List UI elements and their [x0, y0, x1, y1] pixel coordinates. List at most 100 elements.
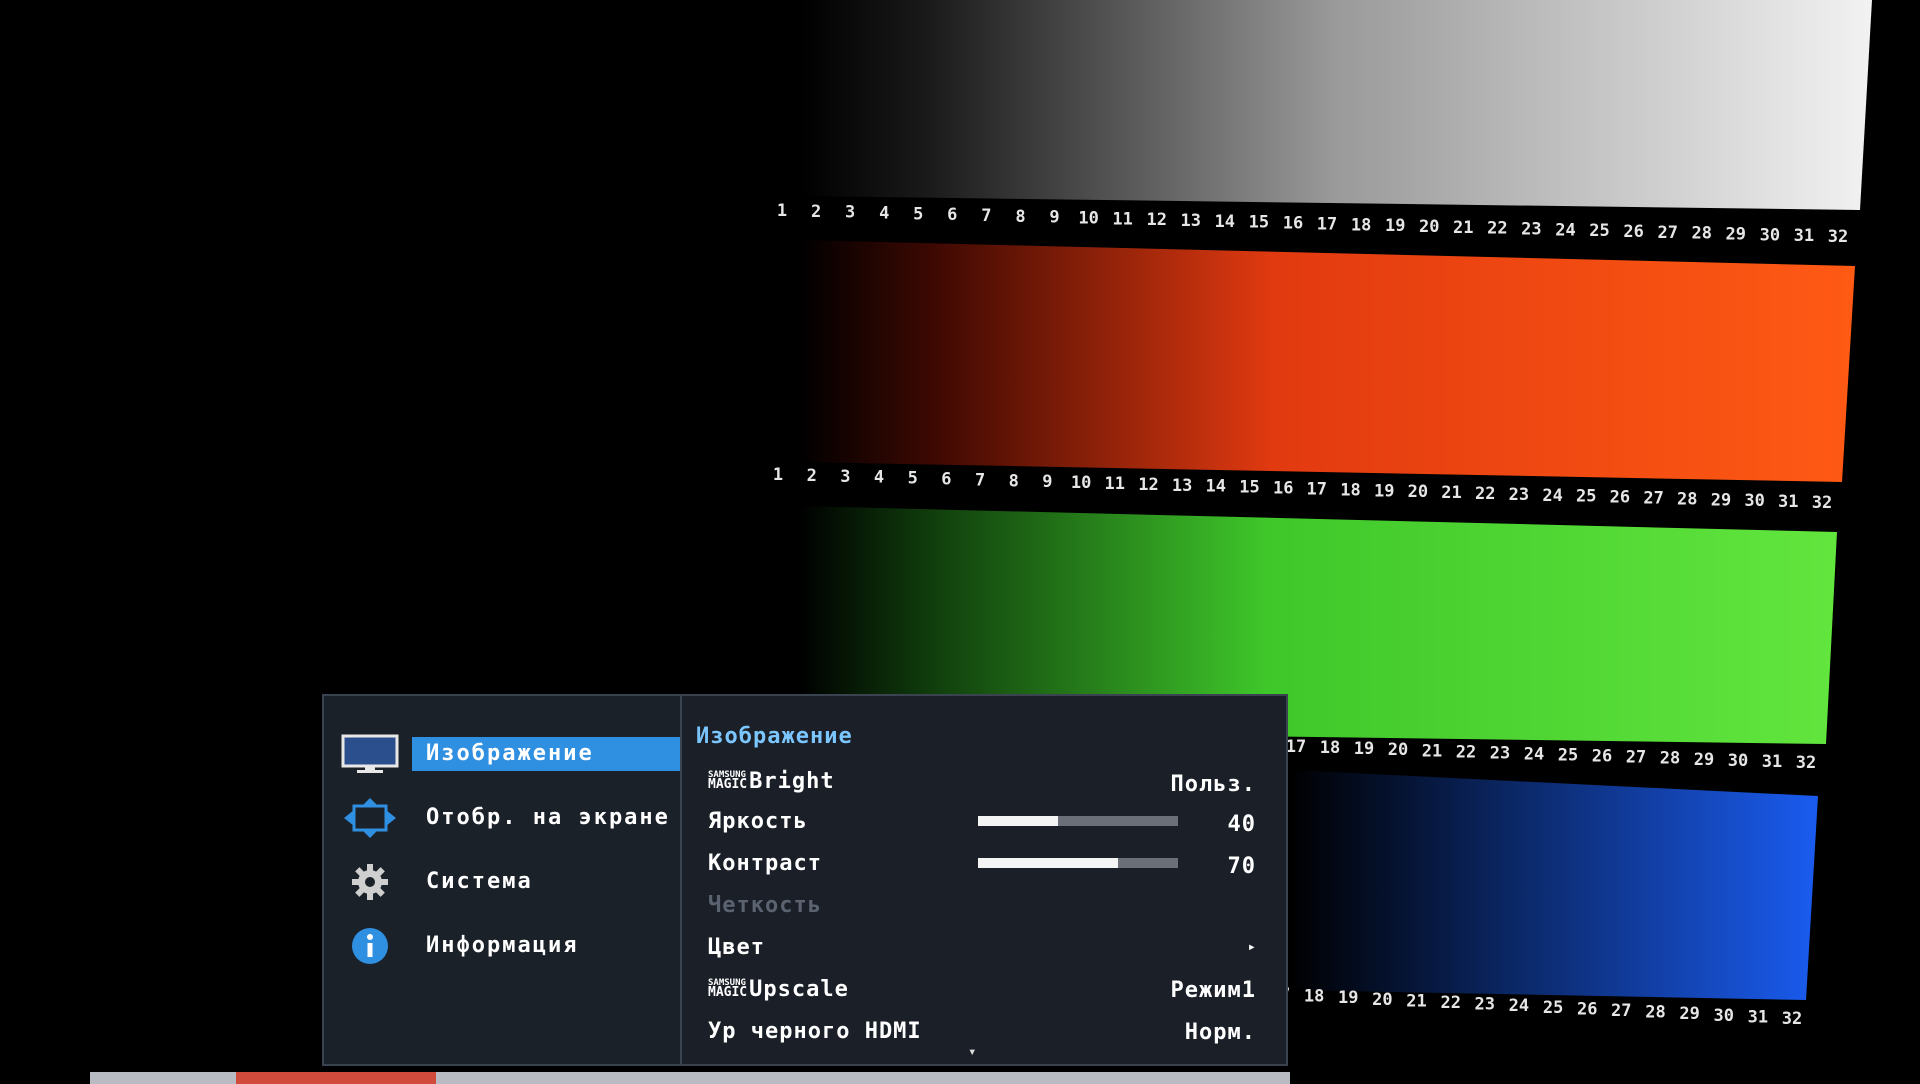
menu-item-picture[interactable]: Изображение — [338, 734, 688, 774]
tick-number: 7 — [981, 206, 991, 226]
tick-number: 30 — [1713, 1006, 1733, 1026]
tick-number: 29 — [1726, 225, 1746, 245]
sharpness-label: Четкость — [708, 892, 822, 918]
tick-number: 21 — [1406, 991, 1426, 1011]
menu-item-system[interactable]: Система — [338, 862, 688, 902]
menu-item-label: Информация — [426, 933, 579, 958]
sharpness-row: Четкость — [708, 888, 1256, 922]
hdmi-black-level-label: Ур черного HDMI — [708, 1018, 922, 1044]
magicupscale-label: Upscale — [749, 976, 849, 1002]
tick-number: 30 — [1760, 225, 1780, 245]
tick-number: 19 — [1354, 739, 1374, 759]
tick-number: 1 — [777, 201, 787, 221]
tick-number: 19 — [1338, 988, 1358, 1008]
red-band — [800, 240, 1855, 482]
tick-number: 24 — [1542, 486, 1562, 506]
brightness-label: Яркость — [708, 808, 808, 834]
tick-number: 24 — [1524, 745, 1544, 765]
info-icon — [338, 926, 402, 966]
tick-number: 21 — [1441, 483, 1461, 503]
tick-number: 25 — [1576, 487, 1596, 507]
magicbright-row[interactable]: SAMSUNG MAGIC Bright Польз. — [708, 764, 1256, 798]
brightness-slider[interactable] — [978, 816, 1178, 826]
menu-item-label: Изображение — [412, 737, 688, 771]
contrast-row[interactable]: Контраст 70 — [708, 846, 1256, 880]
tick-number: 21 — [1453, 218, 1473, 238]
tick-number: 25 — [1543, 998, 1563, 1018]
tick-number: 32 — [1796, 753, 1816, 773]
tick-number: 27 — [1611, 1001, 1631, 1021]
tick-number: 24 — [1555, 220, 1575, 240]
monitor-icon — [338, 734, 402, 774]
tick-number: 3 — [840, 467, 850, 487]
menu-item-label: Система — [426, 869, 533, 894]
tick-number: 12 — [1146, 210, 1166, 230]
tick-number: 29 — [1711, 490, 1731, 510]
tick-number: 14 — [1206, 477, 1226, 497]
magicupscale-value: Режим1 — [1170, 978, 1256, 1003]
tick-number: 3 — [845, 203, 855, 223]
tick-number: 32 — [1782, 1009, 1802, 1029]
tick-number: 23 — [1475, 995, 1495, 1015]
tick-number: 10 — [1078, 209, 1098, 229]
tick-number: 22 — [1487, 219, 1507, 239]
color-label: Цвет — [708, 934, 765, 960]
tick-number: 27 — [1657, 223, 1677, 243]
tick-number: 13 — [1181, 211, 1201, 231]
tick-number: 8 — [1009, 471, 1019, 491]
tick-number: 28 — [1691, 224, 1711, 244]
tick-number: 7 — [975, 470, 985, 490]
tick-number: 11 — [1112, 209, 1132, 229]
tick-number: 28 — [1660, 749, 1680, 769]
tick-number: 27 — [1626, 748, 1646, 768]
tick-number: 23 — [1509, 485, 1529, 505]
gear-icon — [338, 862, 402, 902]
tick-number: 30 — [1744, 491, 1764, 511]
tick-number: 22 — [1456, 742, 1476, 762]
menu-item-onscreen-display[interactable]: Отобр. на экране — [338, 798, 688, 838]
tick-number: 20 — [1419, 217, 1439, 237]
scroll-down-icon[interactable]: ▾ — [968, 1044, 976, 1060]
brightness-row[interactable]: Яркость 40 — [708, 804, 1256, 838]
tick-number: 2 — [811, 202, 821, 222]
contrast-label: Контраст — [708, 850, 822, 876]
hdmi-black-level-row[interactable]: Ур черного HDMI Норм. — [708, 1014, 1256, 1048]
gray-band — [800, 0, 1872, 210]
tick-number: 16 — [1273, 479, 1293, 499]
tick-number: 28 — [1677, 489, 1697, 509]
tick-number: 25 — [1558, 746, 1578, 766]
tick-number: 18 — [1320, 738, 1340, 758]
osd-main-menu: Изображение Отобр. на экране Система Инф… — [322, 694, 694, 1066]
tick-number: 26 — [1577, 999, 1597, 1019]
tick-number: 2 — [807, 466, 817, 486]
tick-number: 5 — [913, 204, 923, 224]
submenu-arrow-icon: ▸ — [1247, 939, 1256, 955]
tick-number: 12 — [1138, 475, 1158, 495]
tick-number: 22 — [1440, 993, 1460, 1013]
tick-number: 23 — [1521, 220, 1541, 240]
tick-number: 31 — [1778, 492, 1798, 512]
taskbar-strip — [90, 1072, 1290, 1084]
tick-number: 19 — [1385, 216, 1405, 236]
tick-number: 29 — [1694, 750, 1714, 770]
brightness-value: 40 — [1227, 812, 1256, 837]
tick-number: 29 — [1679, 1004, 1699, 1024]
tick-number: 23 — [1490, 743, 1510, 763]
tick-number: 18 — [1351, 215, 1371, 235]
tick-number: 8 — [1015, 207, 1025, 227]
color-row[interactable]: Цвет ▸ — [708, 930, 1256, 964]
samsung-magic-logo: SAMSUNG MAGIC — [708, 770, 748, 792]
tick-number: 31 — [1794, 226, 1814, 246]
contrast-slider[interactable] — [978, 858, 1178, 868]
tick-number: 32 — [1828, 227, 1848, 247]
tick-number: 15 — [1249, 213, 1269, 233]
menu-item-information[interactable]: Информация — [338, 926, 688, 966]
tick-number: 17 — [1286, 737, 1306, 757]
magicupscale-row[interactable]: SAMSUNG MAGIC Upscale Режим1 — [708, 972, 1256, 1006]
tick-number: 13 — [1172, 476, 1192, 496]
tick-number: 16 — [1283, 214, 1303, 234]
tick-number: 20 — [1372, 990, 1392, 1010]
menu-item-label: Отобр. на экране — [426, 805, 670, 830]
tick-number: 30 — [1728, 751, 1748, 771]
tick-number: 9 — [1049, 208, 1059, 228]
